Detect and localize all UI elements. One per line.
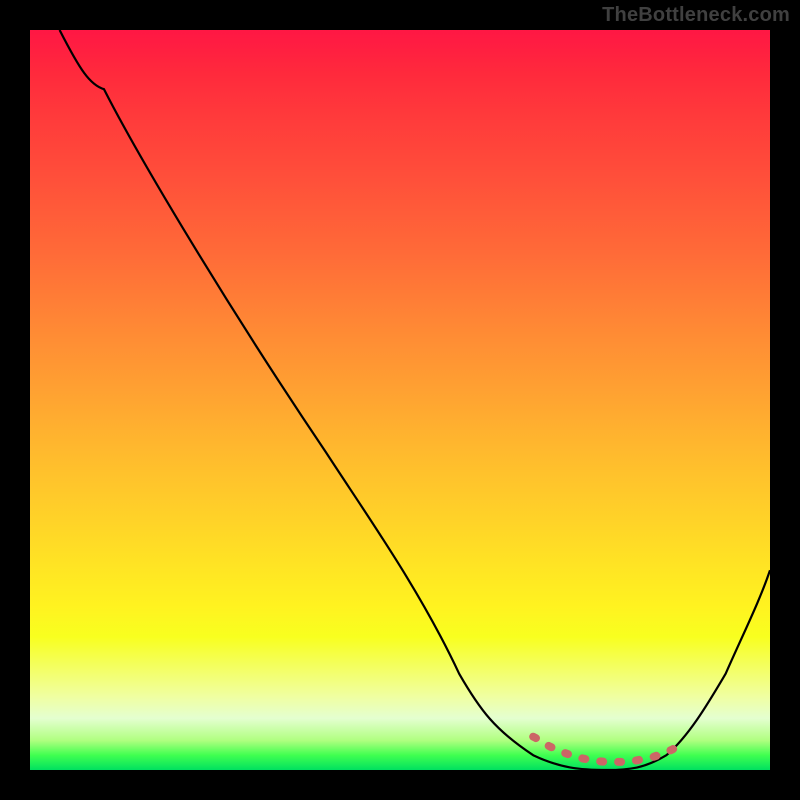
chart-container: TheBottleneck.com <box>0 0 800 800</box>
plot-area <box>30 30 770 770</box>
optimal-range-marker-path <box>533 737 681 762</box>
watermark-text: TheBottleneck.com <box>602 4 790 27</box>
bottleneck-curve-path <box>60 30 770 770</box>
curve-overlay <box>30 30 770 770</box>
